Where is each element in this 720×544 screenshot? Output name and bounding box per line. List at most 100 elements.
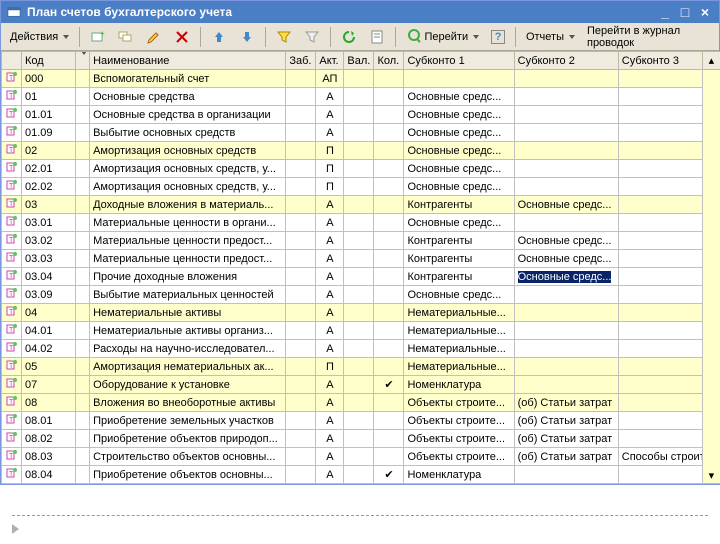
app-window: План счетов бухгалтерского учета _ □ × Д…	[0, 0, 720, 485]
table-row[interactable]: T04Нематериальные активыАНематериальные.…	[2, 304, 720, 322]
cell-sub2	[514, 466, 618, 484]
col-kol[interactable]: Кол.	[374, 52, 404, 70]
cell-akt: П	[316, 178, 344, 196]
edit-button[interactable]	[141, 26, 167, 48]
table-row[interactable]: T03.03Материальные ценности предост...АК…	[2, 250, 720, 268]
col-icon[interactable]	[2, 52, 22, 70]
scroll-up[interactable]: ▴	[702, 52, 720, 70]
table-row[interactable]: T08.04Приобретение объектов основны...А✔…	[2, 466, 720, 484]
table-row[interactable]: T08Вложения во внеоборотные активыАОбъек…	[2, 394, 720, 412]
goto-menu[interactable]: Перейти	[401, 26, 485, 48]
scrollbar[interactable]: ▾	[702, 70, 720, 484]
add-button[interactable]: +	[85, 26, 111, 48]
cell-zab	[286, 376, 316, 394]
cell-akt: П	[316, 160, 344, 178]
cell-kol	[374, 70, 404, 88]
table-row[interactable]: T03.02Материальные ценности предост...АК…	[2, 232, 720, 250]
account-icon: T	[6, 179, 18, 191]
cell-sub2	[514, 124, 618, 142]
account-icon: T	[6, 341, 18, 353]
cell-zab	[286, 268, 316, 286]
svg-text:T: T	[9, 129, 14, 136]
cell-akt: А	[316, 286, 344, 304]
col-name[interactable]: Наименование	[90, 52, 286, 70]
cell-val	[344, 340, 374, 358]
table-row[interactable]: T03Доходные вложения в материаль...АКонт…	[2, 196, 720, 214]
actions-menu[interactable]: Действия	[5, 28, 74, 46]
account-icon: T	[6, 215, 18, 227]
table-row[interactable]: T04.01Нематериальные активы организ...АН…	[2, 322, 720, 340]
account-icon: T	[6, 395, 18, 407]
table-row[interactable]: T01Основные средстваАОсновные средс...	[2, 88, 720, 106]
delete-button[interactable]	[169, 26, 195, 48]
table-row[interactable]: T08.03Строительство объектов основны...А…	[2, 448, 720, 466]
window-title: План счетов бухгалтерского учета	[27, 5, 232, 19]
cell-kol: ✔	[374, 466, 404, 484]
table-row[interactable]: T04.02Расходы на научно-исследовател...А…	[2, 340, 720, 358]
cell-kol: ✔	[374, 376, 404, 394]
cell-zab	[286, 106, 316, 124]
col-val[interactable]: Вал.	[344, 52, 374, 70]
col-akt[interactable]: Акт.	[316, 52, 344, 70]
cell-val	[344, 412, 374, 430]
maximize-button[interactable]: □	[677, 4, 693, 20]
cell-val	[344, 214, 374, 232]
table-row[interactable]: T03.09Выбытие материальных ценностейАОсн…	[2, 286, 720, 304]
cell-name: Основные средства в организации	[90, 106, 286, 124]
col-sub1[interactable]: Субконто 1	[404, 52, 514, 70]
table-row[interactable]: T03.01Материальные ценности в органи...А…	[2, 214, 720, 232]
reports-menu[interactable]: Отчеты	[521, 28, 580, 46]
table-row[interactable]: T02.02Амортизация основных средств, у...…	[2, 178, 720, 196]
separator	[330, 27, 331, 47]
table-row[interactable]: T03.04Прочие доходные вложенияАКонтраген…	[2, 268, 720, 286]
play-icon[interactable]	[12, 524, 19, 534]
move-up-button[interactable]	[206, 26, 232, 48]
filter-button[interactable]	[271, 26, 297, 48]
col-sub3[interactable]: Субконто 3	[618, 52, 702, 70]
col-dropdown[interactable]	[76, 52, 90, 70]
cell-name: Материальные ценности предост...	[90, 232, 286, 250]
cell-akt: А	[316, 268, 344, 286]
toolbar: Действия + Перейти ? Отчеты Перейти в жу…	[1, 23, 719, 51]
cell-sub1: Основные средс...	[404, 178, 514, 196]
cell-sub2	[514, 142, 618, 160]
table-row[interactable]: T01.09Выбытие основных средствАОсновные …	[2, 124, 720, 142]
close-button[interactable]: ×	[697, 4, 713, 20]
cell-sub1: Основные средс...	[404, 214, 514, 232]
journal-link[interactable]: Перейти в журнал проводок	[582, 22, 715, 52]
cell-code: 01.09	[22, 124, 76, 142]
help-button[interactable]: ?	[486, 27, 510, 47]
table-row[interactable]: T08.02Приобретение объектов природоп...А…	[2, 430, 720, 448]
cell-sub2	[514, 160, 618, 178]
cell-code: 04.01	[22, 322, 76, 340]
table-row[interactable]: T01.01Основные средства в организацииАОс…	[2, 106, 720, 124]
table-row[interactable]: T02Амортизация основных средствПОсновные…	[2, 142, 720, 160]
move-down-button[interactable]	[234, 26, 260, 48]
account-icon: T	[6, 125, 18, 137]
table-row[interactable]: T05Амортизация нематериальных ак...ПНема…	[2, 358, 720, 376]
settings-button[interactable]	[364, 26, 390, 48]
cell-sub1: Номенклатура	[404, 466, 514, 484]
account-icon: T	[6, 251, 18, 263]
cell-val	[344, 286, 374, 304]
cell-sub1: Контрагенты	[404, 196, 514, 214]
cell-sub2	[514, 70, 618, 88]
minimize-button[interactable]: _	[657, 4, 673, 20]
col-zab[interactable]: Заб.	[286, 52, 316, 70]
col-sub2[interactable]: Субконто 2	[514, 52, 618, 70]
account-icon: T	[6, 143, 18, 155]
titlebar[interactable]: План счетов бухгалтерского учета _ □ ×	[1, 1, 719, 23]
cell-sub1: Объекты строите...	[404, 430, 514, 448]
refresh-button[interactable]	[336, 26, 362, 48]
table-row[interactable]: T02.01Амортизация основных средств, у...…	[2, 160, 720, 178]
col-code[interactable]: Код	[22, 52, 76, 70]
cell-code: 04.02	[22, 340, 76, 358]
table-row[interactable]: T07Оборудование к установкеА✔Номенклатур…	[2, 376, 720, 394]
cell-akt: А	[316, 88, 344, 106]
table-row[interactable]: T08.01Приобретение земельных участковАОб…	[2, 412, 720, 430]
filter-off-button[interactable]	[299, 26, 325, 48]
cell-zab	[286, 286, 316, 304]
table-row[interactable]: T000Вспомогательный счетАП▾	[2, 70, 720, 88]
cell-sub3	[618, 142, 702, 160]
add-group-button[interactable]	[113, 26, 139, 48]
